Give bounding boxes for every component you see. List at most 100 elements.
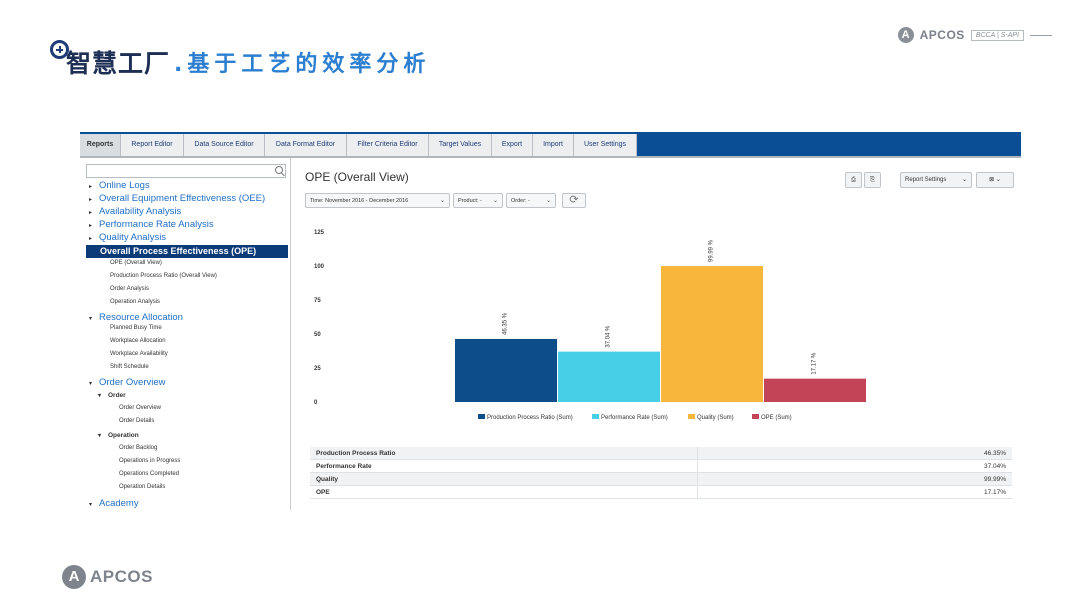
caret-right-icon[interactable]: ▸ bbox=[89, 222, 99, 229]
bar-data-label: 46.35 % bbox=[503, 312, 509, 335]
tab-data-format-editor[interactable]: Data Format Editor bbox=[265, 134, 347, 156]
sidebar-item[interactable]: Operation Details bbox=[119, 484, 165, 490]
sidebar-item[interactable]: ▸ Quality Analysis bbox=[89, 232, 166, 243]
chart-bar bbox=[455, 338, 557, 402]
caret-down-icon[interactable]: ▾ bbox=[89, 380, 99, 387]
bar-data-label: 37.04 % bbox=[606, 325, 612, 348]
caret-down-icon[interactable]: ▾ bbox=[98, 432, 108, 439]
main-panel: OPE (Overall View) ⎙ ⎘ Report Settings ⌄ … bbox=[292, 158, 1021, 510]
tab-reports[interactable]: Reports bbox=[80, 134, 121, 156]
sidebar-item[interactable]: Order Overview bbox=[119, 405, 161, 411]
y-tick-label: 100 bbox=[314, 264, 325, 270]
y-tick-label: 50 bbox=[314, 332, 321, 338]
sidebar-item[interactable]: ▾ Resource Allocation bbox=[89, 312, 183, 323]
sidebar-item[interactable]: Operations Completed bbox=[119, 471, 179, 477]
table-row: Production Process Ratio 46.35% bbox=[310, 447, 1012, 460]
tab-export[interactable]: Export bbox=[492, 134, 533, 156]
chevron-down-icon: ⌄ bbox=[492, 198, 498, 204]
sidebar-item[interactable]: Order Backlog bbox=[119, 445, 157, 451]
chart-type-button[interactable]: ⊠ ⌄ bbox=[976, 172, 1014, 188]
sidebar-item[interactable]: ▾ Order bbox=[98, 392, 126, 399]
sidebar-item-label: Order Analysis bbox=[110, 286, 150, 292]
sidebar-item[interactable]: ▸ Performance Rate Analysis bbox=[89, 219, 214, 230]
caret-right-icon[interactable]: ▸ bbox=[89, 209, 99, 216]
ope-bar-chart: 0 25 50 75 100 125 46.35 % 37.04 % 99.99 % 17.17 … bbox=[302, 224, 1012, 444]
sidebar-item[interactable]: ▾ Order Overview bbox=[89, 377, 166, 388]
sidebar-search-input[interactable] bbox=[86, 164, 286, 178]
report-settings-label: Report Settings bbox=[905, 177, 947, 183]
sidebar-item[interactable]: Overall Process Effectiveness (OPE) bbox=[86, 245, 288, 258]
chevron-down-icon: ⌄ bbox=[961, 177, 967, 183]
caret-down-icon[interactable]: ▾ bbox=[98, 392, 108, 399]
time-filter-select[interactable]: Time: November 2016 - December 2016 ⌄ bbox=[305, 193, 450, 208]
sidebar-item[interactable]: Operations in Progress bbox=[119, 458, 180, 464]
chart-type-icon: ⊠ bbox=[989, 177, 995, 183]
caret-down-icon[interactable]: ▾ bbox=[89, 315, 99, 322]
brand-name: APCOS bbox=[919, 28, 965, 42]
caret-down-icon[interactable]: ▾ bbox=[89, 501, 99, 508]
caret-right-icon[interactable]: ▸ bbox=[89, 196, 99, 203]
caret-right-icon[interactable]: ▸ bbox=[89, 183, 99, 190]
sidebar-item-label: Workplace Allocation bbox=[110, 338, 166, 344]
sidebar-item[interactable]: ▾ Operation bbox=[98, 432, 139, 439]
sidebar-item[interactable]: ▾ Academy bbox=[89, 498, 139, 509]
tab-filter-criteria-editor[interactable]: Filter Criteria Editor bbox=[347, 134, 429, 156]
report-settings-button[interactable]: Report Settings ⌄ bbox=[900, 172, 972, 188]
tab-user-settings[interactable]: User Settings bbox=[574, 134, 637, 156]
tab-import[interactable]: Import bbox=[533, 134, 574, 156]
sidebar-item-label: OPE (Overall View) bbox=[110, 260, 162, 266]
chevron-down-icon: ⌄ bbox=[439, 198, 445, 204]
export-button[interactable]: ⎘ bbox=[864, 172, 881, 188]
legend-swatch bbox=[592, 414, 599, 419]
tab-report-editor[interactable]: Report Editor bbox=[121, 134, 184, 156]
refresh-button[interactable]: ⟳ bbox=[562, 193, 586, 208]
sidebar-item-label: Order Overview bbox=[99, 377, 166, 388]
sidebar-item[interactable]: ▸ Overall Equipment Effectiveness (OEE) bbox=[89, 193, 265, 204]
sidebar-item[interactable]: Workplace Availability bbox=[110, 351, 168, 357]
sidebar-item-label: Overall Equipment Effectiveness (OEE) bbox=[99, 193, 266, 204]
chart-svg: 0 25 50 75 100 125 46.35 % 37.04 % 99.99 % 17.17 … bbox=[314, 230, 866, 421]
search-icon[interactable] bbox=[275, 166, 283, 174]
sidebar-item[interactable]: Operation Analysis bbox=[110, 299, 160, 305]
sidebar-item-label: Online Logs bbox=[99, 180, 150, 191]
brand-divider bbox=[1030, 34, 1052, 36]
sidebar-item[interactable]: ▸ Availability Analysis bbox=[89, 206, 181, 217]
tab-target-values[interactable]: Target Values bbox=[429, 134, 492, 156]
y-tick-label: 125 bbox=[314, 230, 325, 236]
legend-swatch bbox=[752, 414, 759, 419]
table-row-value: 17.17% bbox=[697, 485, 1012, 499]
order-filter-value: Order: - bbox=[511, 198, 530, 204]
table-row: OPE 17.17% bbox=[310, 485, 1012, 499]
sidebar-item-label: Order Backlog bbox=[119, 445, 158, 451]
legend-label: Production Process Ratio (Sum) bbox=[487, 415, 573, 421]
sidebar-item[interactable]: ▸ Online Logs bbox=[89, 180, 150, 191]
sidebar-item[interactable]: Workplace Allocation bbox=[110, 338, 166, 344]
time-filter-value: Time: November 2016 - December 2016 bbox=[310, 198, 409, 204]
table-row: Performance Rate 37.04% bbox=[310, 459, 1012, 473]
tab-data-source-editor[interactable]: Data Source Editor bbox=[184, 134, 265, 156]
summary-table: Production Process Ratio 46.35% Performanc… bbox=[310, 447, 1012, 499]
legend-swatch bbox=[688, 414, 695, 419]
page-title: OPE (Overall View) bbox=[305, 170, 409, 184]
table-row-value: 99.99% bbox=[697, 472, 1012, 486]
sidebar-item-label: Quality Analysis bbox=[99, 232, 167, 243]
bar-data-label: 17.17 % bbox=[812, 352, 818, 375]
print-button[interactable]: ⎙ bbox=[845, 172, 862, 188]
product-filter-select[interactable]: Product: - ⌄ bbox=[453, 193, 503, 208]
sidebar-item-label: Operation bbox=[108, 432, 139, 439]
table-row-label: Production Process Ratio bbox=[310, 447, 698, 460]
sidebar-item[interactable]: OPE (Overall View) bbox=[110, 260, 162, 266]
caret-right-icon[interactable]: ▸ bbox=[89, 235, 99, 242]
sidebar-item-label: Shift Schedule bbox=[110, 364, 149, 370]
apcos-logo-icon: A bbox=[897, 27, 914, 43]
sidebar-item[interactable]: Shift Schedule bbox=[110, 364, 149, 370]
sidebar-item[interactable]: Planned Busy Time bbox=[110, 325, 162, 331]
product-filter-value: Product: - bbox=[458, 198, 482, 204]
order-filter-select[interactable]: Order: - ⌄ bbox=[506, 193, 556, 208]
sidebar-item[interactable]: Order Details bbox=[119, 418, 154, 424]
slide-title: 智慧工厂 .基于工艺的效率分析 bbox=[50, 40, 430, 80]
sidebar-item-label: Operation Analysis bbox=[110, 299, 161, 305]
sidebar-item-label: Order bbox=[108, 392, 126, 399]
sidebar-item[interactable]: Production Process Ratio (Overall View) bbox=[110, 273, 217, 279]
sidebar-item[interactable]: Order Analysis bbox=[110, 286, 149, 292]
